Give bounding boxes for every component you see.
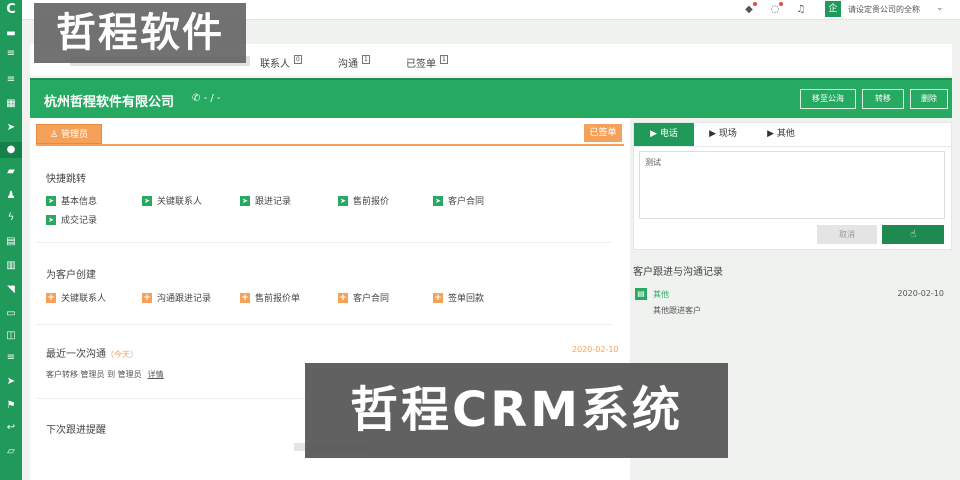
last-communication-date: 2020-02-10	[572, 345, 619, 354]
database-icon[interactable]: ◫	[3, 328, 19, 344]
customer-header: 杭州哲程软件有限公司 ✆ - / - 移至公海 转移 删除	[30, 78, 952, 118]
delete-button[interactable]: 删除	[910, 89, 948, 109]
followup-records: 客户跟进与沟通记录 ▤ 其他 2020-02-10 其他跟进客户	[633, 255, 952, 355]
chevron-down-icon[interactable]: ⌄	[936, 3, 944, 13]
folder-open-icon[interactable]: ▱	[3, 444, 19, 460]
signed-status-badge: 已签单	[584, 124, 622, 142]
divider	[36, 324, 612, 325]
move-to-pool-button[interactable]: 移至公海	[800, 89, 856, 109]
flag-icon[interactable]: ⚑	[3, 398, 19, 414]
plus-icon: +	[338, 292, 348, 303]
cursor-hand-icon: ☝	[909, 229, 917, 240]
play-icon: ▶	[767, 129, 775, 139]
send-icon: ➤	[338, 195, 348, 206]
next-followup-title: 下次跟进提醒	[46, 425, 106, 436]
plus-icon: +	[240, 292, 250, 303]
create-for-customer-title: 为客户创建	[46, 270, 96, 281]
play-icon: ▶	[709, 129, 717, 139]
send-icon: ➤	[142, 195, 152, 206]
user-icon: ♙	[50, 130, 59, 140]
create-contract[interactable]: + 客户合同	[338, 291, 389, 304]
list-icon[interactable]: ≡	[3, 46, 19, 62]
cancel-button[interactable]: 取消	[817, 225, 877, 244]
user-icon[interactable]: ◆	[742, 2, 757, 17]
send-icon: ➤	[46, 195, 56, 206]
tab-contacts[interactable]: 联系人 0	[260, 55, 302, 70]
owner-tag[interactable]: ♙ 管理员	[36, 124, 102, 144]
communication-panel: ▶ 电话 ▶ 现场 ▶ 其他 测试 取消 ☝	[633, 122, 952, 250]
watermark-top: 哲程软件	[34, 3, 246, 63]
bell-icon[interactable]: ♫	[794, 3, 808, 17]
followup-type[interactable]: 其他	[653, 289, 669, 300]
followup-date: 2020-02-10	[897, 289, 945, 298]
last-communication-title: 最近一次沟通（今天）	[46, 349, 138, 360]
owner-bar: ♙ 管理员 已签单	[36, 124, 624, 146]
list-icon[interactable]: ≡	[3, 72, 19, 88]
followup-title: 客户跟进与沟通记录	[633, 267, 723, 278]
monitor-icon[interactable]: ▭	[3, 306, 19, 322]
customer-name: 杭州哲程软件有限公司	[44, 95, 175, 110]
quick-jump-title: 快捷跳转	[46, 174, 86, 185]
create-presale-quote[interactable]: + 售前报价单	[240, 291, 300, 304]
jump-key-contacts[interactable]: ➤ 关键联系人	[142, 194, 202, 207]
tab-phone[interactable]: ▶ 电话	[634, 123, 694, 146]
jump-basic-info[interactable]: ➤ 基本信息	[46, 194, 97, 207]
confirm-button[interactable]: ☝	[882, 225, 944, 244]
detail-link[interactable]: 详情	[148, 370, 164, 379]
communication-textarea[interactable]: 测试	[639, 151, 945, 219]
chat-icon[interactable]: ◌	[768, 2, 783, 17]
menu-icon[interactable]: ≡	[3, 350, 19, 366]
send-icon[interactable]: ➤	[3, 374, 19, 390]
send-icon: ➤	[433, 195, 443, 206]
book-icon[interactable]: ▥	[3, 258, 19, 274]
tab-signed[interactable]: 已签单 1	[406, 55, 448, 70]
back-icon[interactable]: ↩	[3, 420, 19, 436]
leaf-icon[interactable]: ●	[0, 142, 22, 158]
jump-deal-records[interactable]: ➤ 成交记录	[46, 213, 97, 226]
jump-customer-contract[interactable]: ➤ 客户合同	[433, 194, 484, 207]
app-logo[interactable]: C	[3, 2, 19, 18]
tab-onsite[interactable]: ▶ 现场	[698, 123, 748, 146]
folder-icon[interactable]: ▰	[3, 164, 19, 180]
transfer-button[interactable]: 转移	[862, 89, 904, 109]
company-name[interactable]: 请设定贵公司的全称	[848, 4, 920, 15]
watermark-bottom: 哲程CRM系统	[305, 363, 728, 458]
company-avatar[interactable]: 企	[825, 1, 841, 17]
create-payment[interactable]: + 签单回款	[433, 291, 484, 304]
tab-other[interactable]: ▶ 其他	[756, 123, 806, 146]
users-icon[interactable]: ♟	[3, 188, 19, 204]
record-icon: ▤	[635, 288, 647, 300]
home-icon[interactable]: ▬	[3, 26, 19, 42]
table-icon[interactable]: ▤	[3, 234, 19, 250]
phone-info: ✆ - / -	[192, 93, 221, 104]
sidebar: C ▬ ≡ ≡ ▦ ➤ ● ▰ ♟ ϟ ▤ ▥ ◥ ▭ ◫ ≡ ➤ ⚑ ↩ ▱	[0, 0, 22, 480]
plus-icon: +	[433, 292, 443, 303]
plus-icon: +	[142, 292, 152, 303]
jump-followup-records[interactable]: ➤ 跟进记录	[240, 194, 291, 207]
jump-presale-quote[interactable]: ➤ 售前报价	[338, 194, 389, 207]
last-communication-text: 客户转移 管理员 到 管理员 详情	[46, 370, 164, 379]
bolt-icon[interactable]: ϟ	[3, 210, 19, 226]
play-icon: ▶	[650, 129, 658, 139]
tab-communication[interactable]: 沟通 1	[338, 55, 370, 70]
send-icon[interactable]: ➤	[3, 120, 19, 136]
create-followup-record[interactable]: + 沟通跟进记录	[142, 291, 211, 304]
comm-type-tabs: ▶ 电话 ▶ 现场 ▶ 其他	[634, 123, 951, 147]
plus-icon: +	[46, 292, 56, 303]
followup-description: 其他跟进客户	[653, 306, 701, 315]
send-icon: ➤	[240, 195, 250, 206]
phone-icon: ✆	[192, 93, 201, 104]
create-key-contact[interactable]: + 关键联系人	[46, 291, 106, 304]
rss-icon[interactable]: ◥	[3, 282, 19, 298]
send-icon: ➤	[46, 214, 56, 225]
divider	[36, 242, 612, 243]
grid-icon[interactable]: ▦	[3, 96, 19, 112]
